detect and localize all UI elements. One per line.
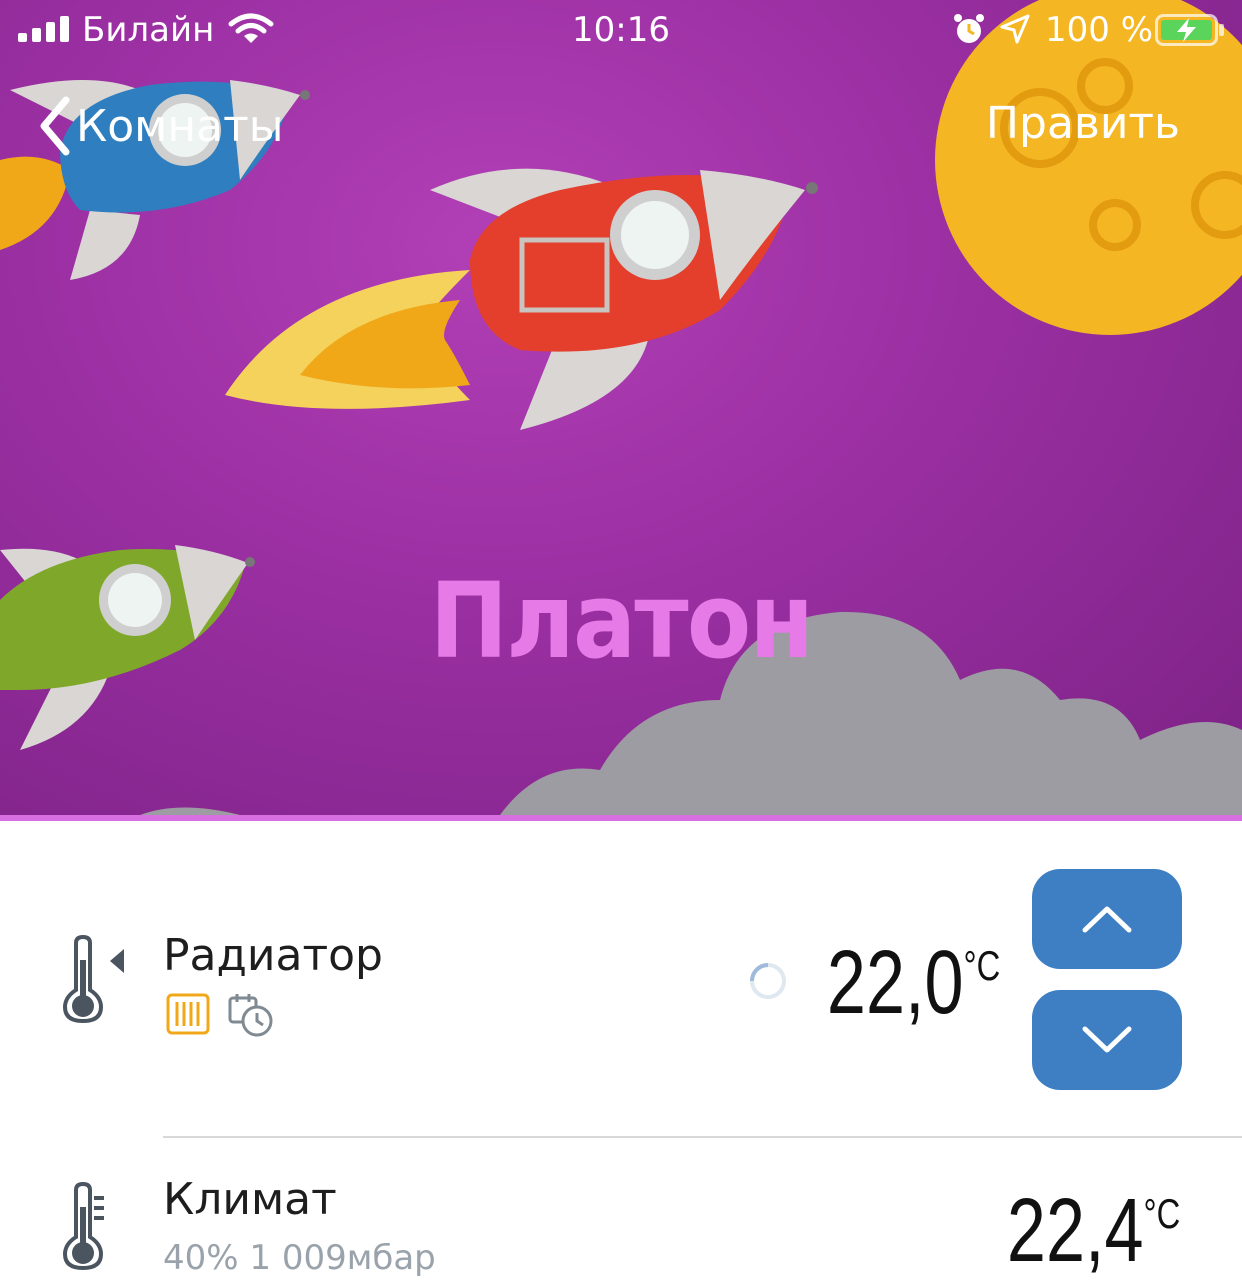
battery-percentage: 100 %	[1045, 10, 1154, 50]
edit-button[interactable]: Править	[986, 98, 1180, 149]
radiator-heating-icon	[166, 993, 210, 1035]
chevron-left-icon	[40, 96, 70, 156]
radiator-temperature: 22,0°C	[827, 932, 1000, 1035]
thermostat-icon	[62, 935, 124, 1024]
temperature-down-button[interactable]	[1032, 990, 1182, 1090]
climate-readings: 40% 1 009мбар	[163, 1238, 436, 1278]
temperature-up-button[interactable]	[1032, 869, 1182, 969]
climate-sensor-icon	[62, 1182, 104, 1271]
schedule-clock-icon	[228, 994, 273, 1037]
chevron-down-icon	[1082, 1026, 1132, 1053]
temperature-value: 22,4	[1006, 1181, 1144, 1281]
location-arrow-icon	[1000, 14, 1030, 44]
header-divider	[0, 815, 1242, 821]
status-bar: Билайн 10:16 100 %	[0, 0, 1242, 60]
temperature-value: 22,0	[826, 933, 964, 1033]
alarm-icon	[954, 14, 984, 43]
temperature-unit: °C	[1143, 1190, 1180, 1237]
loading-spinner-icon	[750, 963, 786, 999]
climate-temperature: 22,4°C	[1007, 1180, 1180, 1283]
chevron-up-icon	[1082, 906, 1132, 933]
device-name: Климат	[163, 1174, 337, 1225]
room-header-image: Билайн 10:16 100 % Комнаты Править Плато…	[0, 0, 1242, 815]
temperature-unit: °C	[963, 942, 1000, 989]
back-button[interactable]: Комнаты	[38, 96, 283, 156]
device-name: Радиатор	[163, 930, 383, 981]
back-button-label: Комнаты	[76, 100, 284, 152]
battery-charging-icon	[1155, 14, 1224, 46]
room-title: Платон	[429, 560, 814, 682]
row-divider	[163, 1136, 1242, 1138]
